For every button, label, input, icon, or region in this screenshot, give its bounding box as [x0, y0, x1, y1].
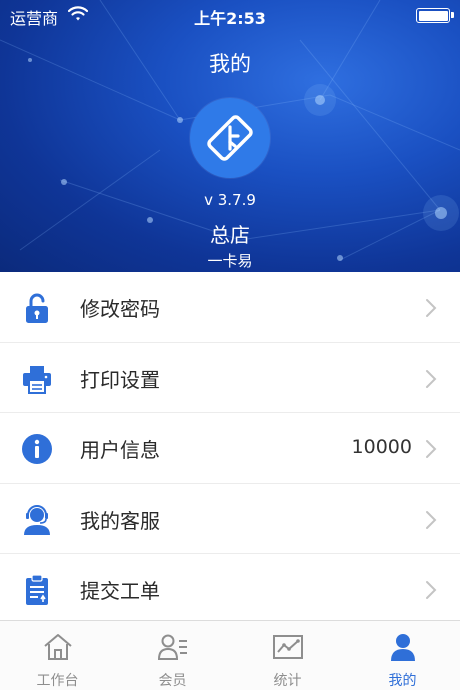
- app-version: v 3.7.9: [204, 191, 256, 209]
- chevron-right-icon: [426, 369, 437, 388]
- battery-tip: [451, 12, 454, 18]
- page-title: 我的: [209, 52, 251, 76]
- printer-icon: [23, 365, 51, 394]
- home-icon: [44, 634, 72, 660]
- tab-label: 会员: [158, 673, 187, 689]
- status-bar: 运营商 上午2:53: [0, 0, 460, 30]
- tab-label: 统计: [273, 673, 302, 689]
- menu-item-label: 修改密码: [80, 297, 160, 321]
- menu-item-submit-ticket[interactable]: 提交工单: [0, 554, 460, 625]
- status-time: 上午2:53: [194, 9, 266, 28]
- chevron-right-icon: [426, 299, 437, 317]
- clipboard-icon: [26, 574, 48, 605]
- menu-item-print-settings[interactable]: 打印设置: [0, 342, 460, 413]
- menu-item-label: 提交工单: [80, 579, 160, 603]
- bottom-tab-bar: 工作台 会员 统计 我的: [0, 620, 460, 690]
- member-icon: [157, 634, 187, 660]
- tab-label: 工作台: [36, 673, 79, 689]
- chevron-right-icon: [426, 581, 437, 599]
- settings-menu: 修改密码 打印设置 用户信息 10000 我的客服 提交工单: [0, 272, 460, 625]
- tab-workbench[interactable]: 工作台: [0, 621, 115, 690]
- app-logo: [190, 98, 270, 178]
- profile-header: 运营商 上午2:53 我的 v 3.7.9 总店 一卡易: [0, 0, 460, 272]
- chevron-right-icon: [426, 440, 437, 458]
- user-id-value: 10000: [351, 436, 412, 458]
- chevron-right-icon: [426, 510, 437, 529]
- menu-item-change-password[interactable]: 修改密码: [0, 272, 460, 343]
- brand-name: 一卡易: [207, 252, 253, 270]
- card-logo-icon: [207, 115, 253, 161]
- tab-mine[interactable]: 我的: [345, 621, 460, 690]
- menu-item-label: 我的客服: [80, 508, 160, 533]
- chart-icon: [273, 635, 303, 659]
- lock-icon: [26, 293, 48, 323]
- battery-icon: [416, 8, 450, 23]
- menu-item-user-info[interactable]: 用户信息 10000: [0, 413, 460, 484]
- menu-item-label: 用户信息: [80, 438, 160, 462]
- tab-members[interactable]: 会员: [115, 621, 230, 690]
- menu-item-label: 打印设置: [80, 367, 160, 392]
- store-name: 总店: [210, 223, 250, 247]
- customer-service-icon: [24, 504, 50, 535]
- menu-item-customer-service[interactable]: 我的客服: [0, 483, 460, 554]
- info-icon: [22, 434, 52, 464]
- profile-icon: [391, 634, 415, 661]
- tab-label: 我的: [388, 673, 417, 689]
- tab-statistics[interactable]: 统计: [230, 621, 345, 690]
